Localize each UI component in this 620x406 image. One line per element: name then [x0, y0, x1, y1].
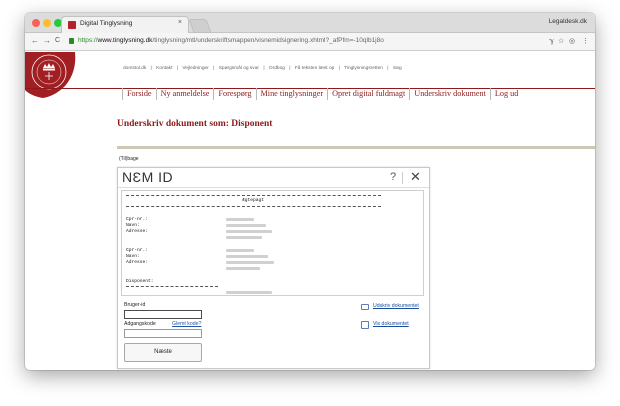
- next-button[interactable]: Næste: [124, 343, 202, 362]
- password-label: Adgangskode: [124, 321, 156, 327]
- redacted-value: [226, 267, 260, 270]
- main-navigation: Forside Ny anmeldelse Forespørg Mine tingly…: [122, 88, 522, 100]
- address-bar[interactable]: https://www.tinglysning.dk/tinglysning/m…: [78, 37, 384, 44]
- tab-title: Digital Tinglysning: [80, 20, 133, 27]
- back-link[interactable]: (Til)bage: [119, 156, 139, 162]
- user-id-label: Bruger-id: [124, 302, 146, 308]
- close-icon[interactable]: ✕: [410, 169, 421, 185]
- doc-title: Ægtepagt: [242, 198, 265, 203]
- redacted-value: [226, 224, 266, 227]
- help-icon[interactable]: ?: [390, 171, 396, 183]
- doc-label: Navn:: [126, 254, 140, 259]
- doc-label: Disponent:: [126, 279, 154, 284]
- address-toolbar: ← → C https://www.tinglysning.dk/tinglys…: [25, 33, 595, 51]
- redacted-value: [226, 255, 268, 258]
- redacted-value: [226, 291, 272, 294]
- page-title: Underskriv dokument som: Disponent: [117, 119, 273, 129]
- utility-link-tinglysningsretten[interactable]: Tinglysningsretten: [344, 66, 383, 71]
- password-input[interactable]: [124, 329, 202, 338]
- nav-ny-anmeldelse[interactable]: Ny anmeldelse: [155, 88, 214, 100]
- print-document-link[interactable]: Udskriv dokumentet: [373, 303, 419, 309]
- doc-label: Navn:: [126, 223, 140, 228]
- nav-opret-fuldmagt[interactable]: Opret digital fuldmagt: [327, 88, 409, 100]
- url-host: www.tinglysning.dk: [97, 37, 153, 44]
- document-preview[interactable]: Ægtepagt Cpr-nr.: Navn: Adresse: Cpr-nr.…: [121, 190, 424, 296]
- doc-label: Adresse:: [126, 260, 149, 265]
- close-window-button[interactable]: [32, 19, 40, 27]
- redacted-value: [226, 230, 272, 233]
- browser-window: Digital Tinglysning × Legaldesk.dk ← → C…: [25, 13, 595, 370]
- tab-close-icon[interactable]: ×: [178, 19, 182, 26]
- print-icon[interactable]: [361, 304, 369, 310]
- doc-label: Cpr-nr.:: [126, 217, 149, 222]
- nav-forside[interactable]: Forside: [122, 88, 156, 100]
- bookmark-star-icon[interactable]: ☆: [558, 37, 564, 45]
- browser-tab[interactable]: Digital Tinglysning ×: [61, 16, 189, 33]
- doc-rule: [126, 195, 381, 196]
- minimize-window-button[interactable]: [43, 19, 51, 27]
- utility-link-search[interactable]: Søg: [393, 66, 402, 71]
- nemid-header: NƐM ID ? ✕: [118, 168, 429, 188]
- menu-icon[interactable]: ⋮: [582, 37, 589, 45]
- doc-label: Adresse:: [126, 229, 149, 234]
- forgot-password-link[interactable]: Glemt kode?: [172, 321, 201, 327]
- shield-icon[interactable]: ℽ: [549, 37, 554, 45]
- reload-icon[interactable]: C: [55, 37, 60, 44]
- utility-separator: |: [289, 66, 291, 71]
- doc-label: Cpr-nr.:: [126, 248, 149, 253]
- utility-link-domstol[interactable]: domstol.dk: [123, 66, 146, 71]
- utility-link-read-aloud[interactable]: Få teksten læst op: [295, 66, 334, 71]
- redacted-value: [226, 218, 254, 221]
- view-document-link[interactable]: Vis dokumentet: [373, 321, 409, 327]
- utility-separator: |: [263, 66, 265, 71]
- redacted-value: [226, 236, 262, 239]
- nav-log-ud[interactable]: Log ud: [489, 88, 522, 100]
- forward-arrow-icon[interactable]: →: [43, 36, 51, 45]
- page-content: domstol.dk | Kontakt | Vejledninger | Sp…: [25, 51, 595, 370]
- nav-underskriv-dokument[interactable]: Underskriv dokument: [409, 88, 490, 100]
- header-separator: [402, 172, 403, 184]
- lock-icon: [69, 38, 74, 44]
- nav-mine-tinglysninger[interactable]: Mine tinglysninger: [255, 88, 328, 100]
- nemid-logo: NƐM ID: [122, 169, 174, 185]
- domstolene-seal-icon[interactable]: [25, 52, 77, 98]
- redacted-value: [226, 261, 274, 264]
- utility-link-ordbog[interactable]: Ordbog: [269, 66, 285, 71]
- utility-separator: |: [150, 66, 152, 71]
- title-divider: [117, 146, 595, 149]
- utility-separator: |: [338, 66, 340, 71]
- doc-rule: [126, 206, 381, 207]
- utility-separator: |: [387, 66, 389, 71]
- url-path: /tinglysning/mtl/underskriftsmappen/visn…: [152, 37, 384, 44]
- utility-link-kontakt[interactable]: Kontakt: [156, 66, 172, 71]
- user-id-input[interactable]: [124, 310, 202, 319]
- utility-links: domstol.dk | Kontakt | Vejledninger | Sp…: [123, 66, 405, 71]
- doc-rule: [126, 286, 218, 287]
- back-arrow-icon[interactable]: ←: [31, 36, 39, 45]
- favicon-icon: [68, 21, 76, 29]
- extension-icon[interactable]: ◎: [569, 37, 575, 45]
- profile-name[interactable]: Legaldesk.dk: [549, 18, 587, 25]
- nav-forespoerg[interactable]: Forespørg: [213, 88, 255, 100]
- nemid-applet: NƐM ID ? ✕ Ægtepagt Cpr-nr.: Navn: Adres…: [117, 167, 430, 369]
- redacted-value: [226, 249, 254, 252]
- utility-separator: |: [213, 66, 215, 71]
- new-tab-button[interactable]: [188, 19, 212, 33]
- tab-bar: Digital Tinglysning × Legaldesk.dk: [25, 13, 595, 33]
- url-scheme: https://: [78, 37, 98, 44]
- expand-icon[interactable]: [361, 321, 369, 329]
- utility-link-faq[interactable]: Spørgsmål og svar: [219, 66, 259, 71]
- utility-separator: |: [176, 66, 179, 71]
- utility-link-vejledninger[interactable]: Vejledninger: [182, 66, 208, 71]
